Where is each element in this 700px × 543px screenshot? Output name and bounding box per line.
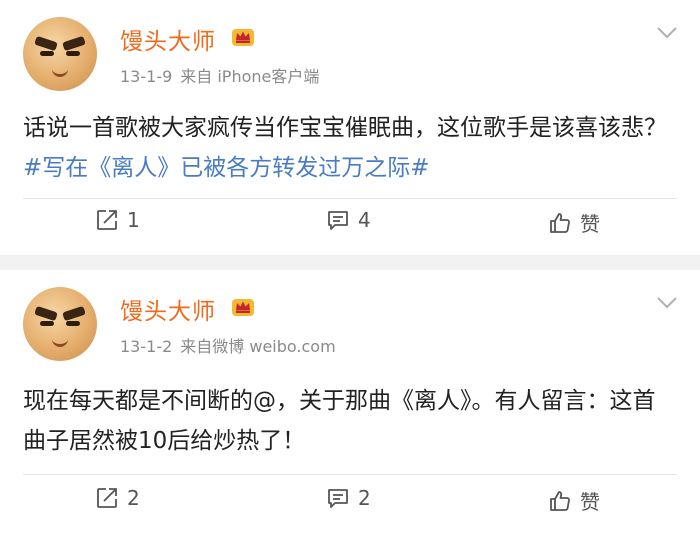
post-date: 13-1-9 <box>120 67 173 86</box>
post-source[interactable]: 来自 iPhone客户端 <box>180 67 319 86</box>
repost-button[interactable]: 1 <box>95 208 140 232</box>
post-text: 现在每天都是不间断的@，关于那曲《离人》。有人留言：这首曲子居然被10后给炒热了… <box>23 381 673 461</box>
like-label: 赞 <box>580 212 600 236</box>
author-name[interactable]: 馒头大师 <box>120 292 216 326</box>
like-button[interactable]: 赞 <box>548 486 600 515</box>
like-icon <box>550 212 570 233</box>
post-meta: 13-1-9 来自 iPhone客户端 <box>120 63 319 87</box>
repost-button[interactable]: 2 <box>95 486 140 510</box>
comment-icon <box>328 489 348 508</box>
avatar[interactable] <box>23 17 97 91</box>
post-date: 13-1-2 <box>120 337 173 356</box>
chevron-down-icon[interactable] <box>656 296 678 310</box>
vip-crown-icon <box>232 29 254 46</box>
comment-count: 2 <box>358 486 371 510</box>
like-button[interactable]: 赞 <box>548 208 600 237</box>
comment-icon <box>328 211 348 230</box>
like-label: 赞 <box>580 490 600 514</box>
post-text: 话说一首歌被大家疯传当作宝宝催眠曲，这位歌手是该喜该悲？ #写在《离人》已被各方转… <box>23 108 673 188</box>
hashtag-link[interactable]: #写在《离人》已被各方转发过万之际# <box>23 155 430 181</box>
like-icon <box>550 490 570 511</box>
chevron-down-icon[interactable] <box>656 26 678 40</box>
repost-icon <box>97 488 117 508</box>
divider <box>23 474 677 475</box>
author-name[interactable]: 馒头大师 <box>120 22 216 56</box>
post-source[interactable]: 来自微博 weibo.com <box>180 337 335 356</box>
comment-button[interactable]: 2 <box>326 486 371 510</box>
weibo-post: 馒头大师 13-1-9 来自 iPhone客户端 话说一首歌被大家疯传当作宝宝催眠… <box>0 0 700 255</box>
repost-count: 1 <box>127 208 140 232</box>
repost-count: 2 <box>127 486 140 510</box>
post-text-content: 话说一首歌被大家疯传当作宝宝催眠曲，这位歌手是该喜该悲？ <box>23 115 667 141</box>
weibo-post: 馒头大师 13-1-2 来自微博 weibo.com 现在每天都是不间断的@，关于… <box>0 270 700 543</box>
repost-icon <box>97 210 117 230</box>
vip-crown-icon <box>232 299 254 316</box>
comment-count: 4 <box>358 208 371 232</box>
divider <box>23 198 677 199</box>
comment-button[interactable]: 4 <box>326 208 371 232</box>
post-text-content: 现在每天都是不间断的@，关于那曲《离人》。有人留言：这首曲子居然被10后给炒热了… <box>23 388 656 454</box>
avatar[interactable] <box>23 287 97 361</box>
post-meta: 13-1-2 来自微博 weibo.com <box>120 333 336 357</box>
